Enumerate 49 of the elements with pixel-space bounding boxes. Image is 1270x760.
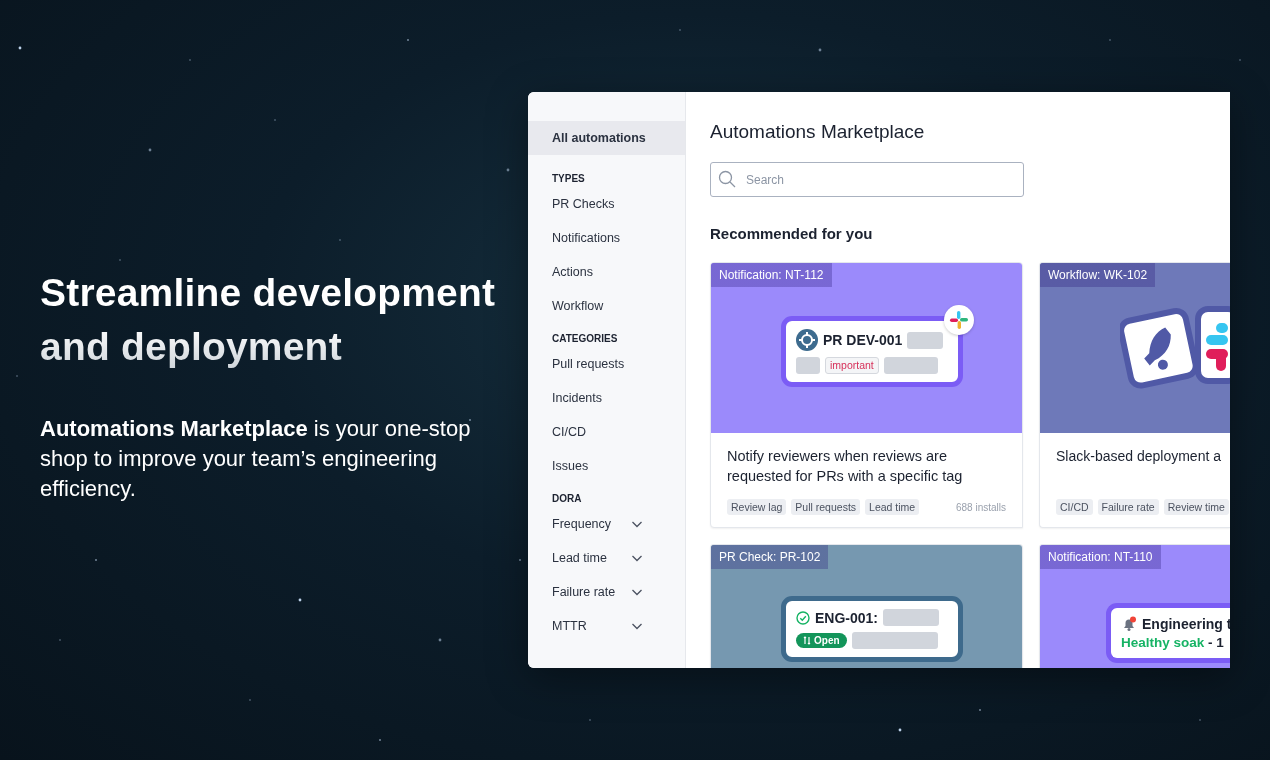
card-label: Notification: NT-110 xyxy=(1040,545,1161,569)
sidebar-heading: TYPES xyxy=(551,172,586,186)
bell-icon xyxy=(1121,616,1137,632)
check-icon xyxy=(796,610,810,625)
sidebar-item[interactable]: Actions xyxy=(528,255,685,289)
automation-card[interactable]: Workflow: WK-102 Slack-based deployment a CI/CD Failure rate Review time xyxy=(1039,262,1230,528)
sidebar-heading: DORA xyxy=(551,492,583,506)
status-badge: Open xyxy=(796,633,847,648)
category-tag: Failure rate xyxy=(1097,499,1159,515)
automation-card[interactable]: Notification: NT-112 PR DEV-001 important Notify reviewers when reviews are requested for PRs with a specific tag Review lag Pull requests Lead time 688 installs xyxy=(710,262,1023,528)
search-icon xyxy=(718,170,736,188)
sidebar-dropdown[interactable]: Frequency xyxy=(528,507,685,541)
automation-card[interactable]: PR Check: PR-102 ENG-001: Open xyxy=(710,544,1023,668)
placeholder-bar xyxy=(796,357,820,374)
category-tag: Review lag xyxy=(727,499,787,515)
card-title: Slack-based deployment a xyxy=(1056,447,1221,466)
placeholder-bar xyxy=(883,609,940,626)
sidebar-dropdown[interactable]: MTTR xyxy=(528,609,685,643)
pull-request-id: ENG-001: xyxy=(815,609,879,626)
category-tag: Lead time xyxy=(865,499,920,515)
section-title: Recommended for you xyxy=(710,225,874,243)
pull-request-id: PR DEV-001 xyxy=(823,332,903,348)
card-title: Notify reviewers when reviews are requested for PRs with a specific tag xyxy=(727,447,964,486)
card-label: Notification: NT-112 xyxy=(711,263,832,287)
sidebar-heading: CATEGORIES xyxy=(551,332,619,346)
sidebar-item[interactable]: CI/CD xyxy=(528,415,685,449)
avatar-icon xyxy=(796,329,818,351)
category-tag: Review time xyxy=(1163,499,1229,515)
label-tag: important xyxy=(825,357,879,374)
sidebar-dropdown[interactable]: Lead time xyxy=(528,541,685,575)
card-label: Workflow: WK-102 xyxy=(1040,263,1156,287)
sidebar-item[interactable]: Incidents xyxy=(528,381,685,415)
alert-status: Healthy soak - 1 xyxy=(1121,635,1225,650)
placeholder-bar xyxy=(907,331,944,349)
page-title: Automations Marketplace xyxy=(710,120,926,144)
sidebar-item[interactable]: PR Checks xyxy=(528,187,685,221)
card-label: PR Check: PR-102 xyxy=(711,545,829,569)
sidebar-dropdown[interactable]: Failure rate xyxy=(528,575,685,609)
install-count: 688 installs xyxy=(955,501,1006,513)
sidebar-item[interactable]: Pull requests xyxy=(528,347,685,381)
search-field[interactable]: Search xyxy=(710,162,1024,197)
sidebar-item[interactable]: Workflow xyxy=(528,289,685,323)
hero-description: Automations Marketplace is your one-stop shop to improve your team’s engineering efficiency. xyxy=(40,415,472,503)
placeholder-bar xyxy=(883,357,938,374)
category-tag: CI/CD xyxy=(1056,499,1093,515)
category-tag: Pull requests xyxy=(791,499,861,515)
sidebar-item[interactable]: Notifications xyxy=(528,221,685,255)
sidebar-item[interactable]: Issues xyxy=(528,449,685,483)
sidebar-item[interactable]: All automations xyxy=(528,121,685,155)
